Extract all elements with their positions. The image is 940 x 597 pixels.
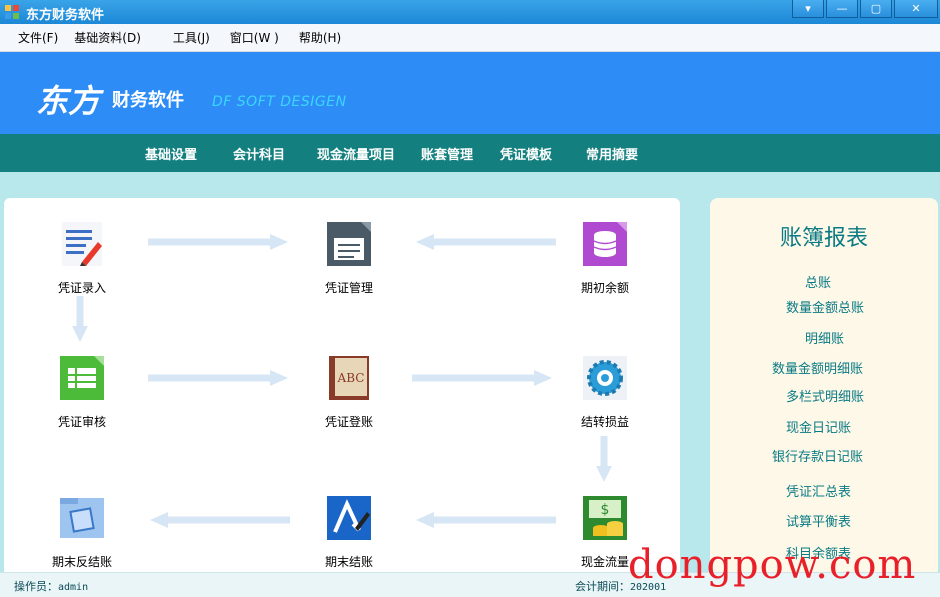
report-general-ledger[interactable]: 总账: [805, 272, 831, 291]
folder-icon: [60, 498, 104, 538]
arrow-left-icon: [150, 512, 290, 528]
report-multi-column-ledger[interactable]: 多栏式明细账: [786, 386, 864, 405]
close-button[interactable]: ✕: [894, 0, 938, 18]
arrow-left-icon: [416, 234, 556, 250]
arrow-down-icon: [596, 436, 612, 482]
report-cash-journal[interactable]: 现金日记账: [786, 417, 851, 436]
minimize-button[interactable]: —: [826, 0, 858, 18]
voucher-manage-label: 凭证管理: [324, 281, 373, 295]
report-qty-general-ledger[interactable]: 数量金额总账: [786, 297, 864, 316]
watermark: dongpow.com: [628, 542, 917, 588]
arrow-right-icon: [412, 370, 552, 386]
brand-subtitle: 财务软件: [112, 90, 184, 111]
workflow-panel: 凭证录入 凭证管理 期初余额 凭证审核 ABC 凭证登账 结转损益 期末反结账 …: [4, 198, 680, 578]
operator-label: 操作员：: [14, 580, 58, 593]
arrow-right-icon: [148, 234, 288, 250]
menu-file[interactable]: 文件(F): [10, 29, 66, 46]
voucher-entry-icon: [62, 222, 102, 266]
nav-cashflow-items[interactable]: 现金流量项目: [317, 144, 395, 163]
node-voucher-entry[interactable]: 凭证录入: [32, 220, 132, 296]
app-icon: [5, 5, 19, 19]
carry-pl-label: 结转损益: [580, 415, 629, 429]
menu-tools[interactable]: 工具(J): [165, 29, 218, 46]
nav-basic-settings[interactable]: 基础设置: [145, 144, 197, 163]
opening-balance-label: 期初余额: [580, 281, 629, 295]
operator-value: admin: [58, 582, 89, 593]
sign-pen-icon: [327, 496, 371, 540]
period-close-label: 期末结账: [324, 555, 373, 569]
node-voucher-manage[interactable]: 凭证管理: [299, 220, 399, 296]
node-reverse-close[interactable]: 期末反结账: [32, 494, 132, 570]
window-title: 东方财务软件: [26, 8, 105, 23]
node-voucher-audit[interactable]: 凭证审核: [32, 354, 132, 430]
report-qty-detail-ledger[interactable]: 数量金额明细账: [772, 358, 863, 377]
arrow-down-icon: [72, 296, 88, 342]
grid-sheet-icon: [60, 356, 104, 400]
money-icon: $: [583, 496, 627, 540]
maximize-button[interactable]: ▢: [860, 0, 892, 18]
report-trial-balance[interactable]: 试算平衡表: [786, 511, 851, 530]
database-icon: [583, 222, 627, 266]
svg-text:ABC: ABC: [337, 371, 365, 385]
menu-help[interactable]: 帮助(H): [291, 29, 349, 46]
brand-logo: 东方: [36, 82, 101, 120]
reports-title: 账簿报表: [779, 226, 868, 251]
nav-common-summaries[interactable]: 常用摘要: [586, 144, 638, 163]
report-voucher-summary[interactable]: 凭证汇总表: [786, 481, 851, 500]
node-carry-pl[interactable]: 结转损益: [555, 354, 655, 430]
nav-account-sets[interactable]: 账套管理: [421, 144, 473, 163]
arrow-right-icon: [148, 370, 288, 386]
voucher-manage-icon: [327, 222, 371, 266]
brand-english: DF SOFT DESIGEN: [212, 94, 347, 110]
book-icon: ABC: [329, 356, 369, 400]
node-voucher-post[interactable]: ABC 凭证登账: [299, 354, 399, 430]
reports-panel: 账簿报表 总账 数量金额总账 明细账 数量金额明细账 多栏式明细账 现金日记账 …: [710, 198, 938, 578]
node-period-close[interactable]: 期末结账: [299, 494, 399, 570]
dropdown-button[interactable]: ▾: [792, 0, 824, 18]
status-operator: 操作员：admin: [14, 578, 88, 594]
period-label: 会计期间：: [575, 580, 630, 593]
menu-bar: 文件(F) 基础资料(D) 工具(J) 窗口(W ) 帮助(H): [0, 24, 940, 52]
banner: 东方 财务软件 DF SOFT DESIGEN: [0, 52, 940, 134]
voucher-entry-label: 凭证录入: [57, 281, 106, 295]
window-controls: ▾ — ▢ ✕: [792, 0, 940, 20]
svg-text:$: $: [601, 502, 610, 518]
reverse-close-label: 期末反结账: [51, 555, 112, 569]
report-detail-ledger[interactable]: 明细账: [805, 328, 844, 347]
node-opening-balance[interactable]: 期初余额: [555, 220, 655, 296]
title-bar: 东方财务软件 ▾ — ▢ ✕: [0, 0, 940, 24]
voucher-post-label: 凭证登账: [324, 415, 373, 429]
gear-icon: [583, 356, 627, 400]
arrow-left-icon: [416, 512, 556, 528]
menu-window[interactable]: 窗口(W ): [222, 29, 287, 46]
report-bank-journal[interactable]: 银行存款日记账: [772, 446, 863, 465]
menu-basic-data[interactable]: 基础资料(D): [66, 29, 149, 46]
voucher-audit-label: 凭证审核: [57, 415, 106, 429]
nav-bar: 基础设置 会计科目 现金流量项目 账套管理 凭证模板 常用摘要: [0, 134, 940, 172]
nav-voucher-templates[interactable]: 凭证模板: [500, 144, 552, 163]
nav-accounts[interactable]: 会计科目: [233, 144, 285, 163]
